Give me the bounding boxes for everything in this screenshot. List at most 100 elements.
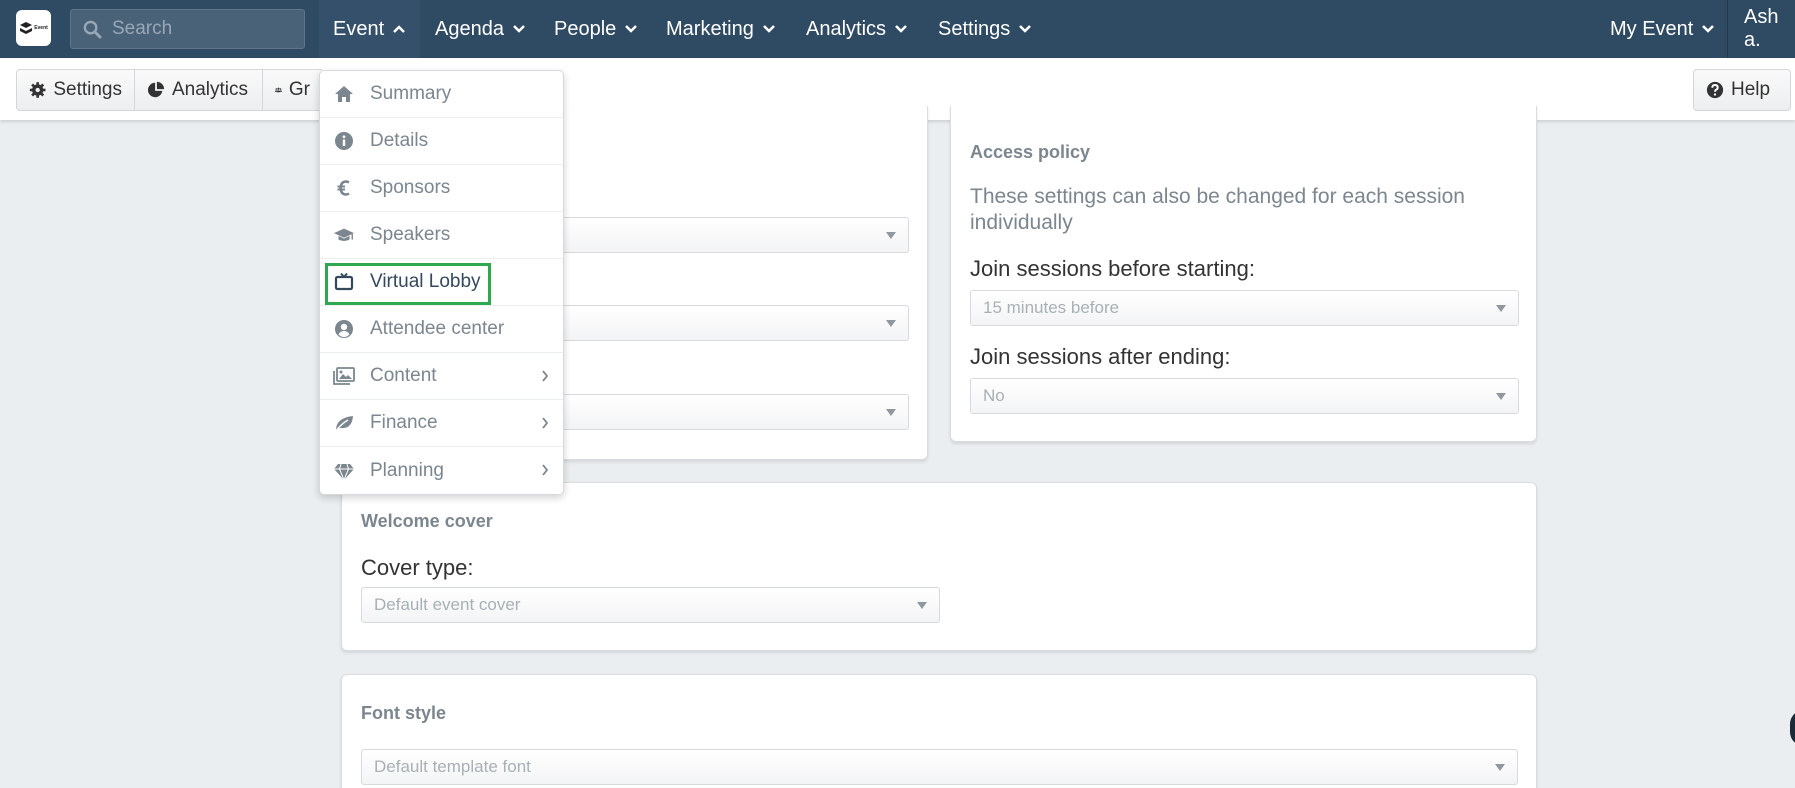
help-label: Help xyxy=(1731,79,1771,100)
access-policy-description: These settings can also be changed for e… xyxy=(970,185,1465,234)
nav-analytics-label: Analytics xyxy=(806,17,887,40)
menu-item-summary-label: Summary xyxy=(370,83,452,104)
menu-item-sponsors[interactable]: Sponsors xyxy=(320,165,563,212)
chevron-down-icon xyxy=(762,25,775,33)
help-button[interactable]: Help xyxy=(1693,69,1791,111)
access-policy-card: Access policy These settings can also be… xyxy=(950,106,1537,442)
question-circle-icon xyxy=(1706,81,1724,99)
pie-chart-icon xyxy=(147,81,165,98)
general-select-3[interactable] xyxy=(522,394,909,430)
search-icon xyxy=(83,20,102,39)
analytics-tab-button[interactable]: Analytics xyxy=(134,69,263,111)
font-style-card: Font style Default template font xyxy=(341,674,1537,788)
nav-event-label: Event xyxy=(333,17,385,40)
nav-marketing[interactable]: Marketing xyxy=(652,0,790,58)
welcome-cover-title: Welcome cover xyxy=(361,511,493,531)
diamond-icon xyxy=(333,461,355,481)
menu-item-speakers[interactable]: Speakers xyxy=(320,212,563,259)
menu-item-planning[interactable]: Planning xyxy=(320,447,563,494)
nav-agenda[interactable]: Agenda xyxy=(421,0,540,58)
join-after-value: No xyxy=(983,386,1005,405)
top-navigation-bar: Event Event Agenda People Marketing Anal… xyxy=(0,0,1795,58)
chevron-right-icon xyxy=(542,464,549,476)
chevron-up-icon xyxy=(393,25,406,33)
font-style-title: Font style xyxy=(361,703,447,723)
nav-my-event[interactable]: My Event xyxy=(1596,0,1729,58)
nav-user-menu[interactable]: Ash a. xyxy=(1730,0,1795,58)
menu-item-attendee-center-label: Attendee center xyxy=(370,318,505,339)
home-icon xyxy=(333,84,355,104)
join-before-value: 15 minutes before xyxy=(983,298,1120,317)
nav-people-label: People xyxy=(554,17,617,40)
general-select-1[interactable] xyxy=(522,217,909,253)
analytics-tab-label: Analytics xyxy=(172,79,249,100)
cover-type-value: Default event cover xyxy=(374,595,521,614)
nav-event[interactable]: Event xyxy=(319,0,421,58)
menu-item-content[interactable]: Content xyxy=(320,353,563,400)
chat-widget-button[interactable] xyxy=(1790,710,1795,746)
nav-analytics[interactable]: Analytics xyxy=(792,0,922,58)
nav-people[interactable]: People xyxy=(540,0,652,58)
settings-tab-button[interactable]: Settings xyxy=(16,69,135,111)
caret-down-icon xyxy=(886,409,896,416)
menu-item-sponsors-label: Sponsors xyxy=(370,177,451,198)
font-style-value: Default template font xyxy=(374,757,531,776)
leaf-icon xyxy=(333,413,355,433)
general-select-2[interactable] xyxy=(522,305,909,341)
menu-item-virtual-lobby[interactable]: Virtual Lobby xyxy=(320,259,563,306)
nav-agenda-label: Agenda xyxy=(435,17,504,40)
groups-tab-label: Gr xyxy=(288,79,310,100)
chevron-down-icon xyxy=(1019,25,1032,33)
menu-item-summary[interactable]: Summary xyxy=(320,71,563,118)
access-policy-title: Access policy xyxy=(970,142,1091,162)
menu-item-finance[interactable]: Finance xyxy=(320,400,563,447)
caret-down-icon xyxy=(886,232,896,239)
users-icon xyxy=(275,87,282,93)
menu-item-finance-label: Finance xyxy=(370,412,438,433)
menu-item-details[interactable]: Details xyxy=(320,118,563,165)
font-style-select[interactable]: Default template font xyxy=(361,749,1518,785)
caret-down-icon xyxy=(1496,305,1506,312)
event-dropdown-menu: Summary Details Sponsors Speakers Virtua… xyxy=(319,70,564,495)
nav-my-event-label: My Event xyxy=(1610,17,1694,40)
caret-down-icon xyxy=(886,320,896,327)
search-box[interactable] xyxy=(70,9,305,49)
info-icon xyxy=(333,131,355,151)
app-logo[interactable]: Event xyxy=(16,10,51,46)
cover-type-label: Cover type: xyxy=(361,555,474,580)
join-after-select[interactable]: No xyxy=(970,378,1519,414)
menu-item-attendee-center[interactable]: Attendee center xyxy=(320,306,563,353)
join-before-select[interactable]: 15 minutes before xyxy=(970,290,1519,326)
cover-type-select[interactable]: Default event cover xyxy=(361,587,940,623)
welcome-cover-card: Welcome cover Cover type: Default event … xyxy=(341,482,1537,651)
chevron-right-icon xyxy=(542,370,549,382)
nav-settings[interactable]: Settings xyxy=(924,0,1046,58)
user-circle-icon xyxy=(333,319,355,339)
caret-down-icon xyxy=(917,602,927,609)
join-after-label: Join sessions after ending: xyxy=(970,344,1231,369)
graduation-cap-icon xyxy=(333,225,355,245)
chevron-down-icon xyxy=(895,25,907,33)
menu-item-planning-label: Planning xyxy=(370,459,444,481)
images-icon xyxy=(333,366,355,386)
groups-tab-button[interactable]: Gr xyxy=(262,69,322,111)
chevron-down-icon xyxy=(1702,25,1715,33)
logo-text: Event xyxy=(34,25,48,31)
euro-icon xyxy=(333,178,355,198)
nav-divider xyxy=(1727,0,1728,58)
gear-icon xyxy=(29,82,46,98)
menu-item-details-label: Details xyxy=(370,130,429,151)
menu-item-speakers-label: Speakers xyxy=(370,224,451,245)
settings-tab-label: Settings xyxy=(53,79,122,100)
highlight-box xyxy=(325,263,491,305)
chevron-right-icon xyxy=(542,417,549,429)
nav-marketing-label: Marketing xyxy=(666,17,754,40)
chevron-down-icon xyxy=(625,25,638,33)
caret-down-icon xyxy=(1496,393,1506,400)
logo-icon xyxy=(20,22,33,34)
chevron-down-icon xyxy=(513,25,525,33)
search-input[interactable] xyxy=(112,18,292,40)
caret-down-icon xyxy=(1495,764,1505,771)
menu-item-content-label: Content xyxy=(370,365,437,386)
nav-settings-label: Settings xyxy=(938,17,1011,40)
